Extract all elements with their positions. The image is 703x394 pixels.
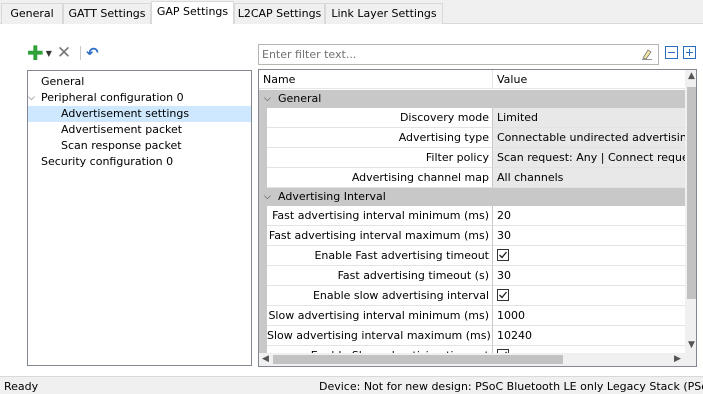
tab-link-layer-settings[interactable]: Link Layer Settings [325,3,443,24]
enable-fast-advertising-timeout-checkbox[interactable] [497,249,509,261]
dropdown-arrow-icon[interactable]: ▼ [46,44,52,62]
property-name: Advertising type [267,128,492,148]
chevron-down-icon[interactable]: ⌵ [264,90,271,108]
row-gutter [259,128,267,148]
checkmark-icon [499,251,508,259]
property-name: Advertising channel map [267,168,492,188]
table-row[interactable]: Fast advertising timeout (s) 30 [259,266,685,286]
property-value[interactable]: 1000 [492,306,685,326]
row-gutter [259,108,267,128]
property-value [492,286,685,306]
scroll-down-icon[interactable]: ▼ [685,340,696,350]
tree-item-general[interactable]: General [41,74,84,90]
row-gutter [259,326,267,346]
table-row[interactable]: Advertising channel map All channels [259,168,685,188]
property-name: Filter policy [267,148,492,168]
property-value[interactable]: All channels [492,168,685,188]
property-value[interactable]: Scan request: Any | Connect request: Any [492,148,685,168]
toolbar-separator [80,46,82,60]
tree-item-peripheral-configuration[interactable]: ⌵ Peripheral configuration 0 [28,90,184,106]
tab-bar: General GATT Settings GAP Settings L2CAP… [0,0,703,24]
row-gutter [259,148,267,168]
table-row[interactable]: Enable Fast advertising timeout [259,246,685,266]
table-row[interactable]: Slow advertising interval maximum (ms) 1… [259,326,685,346]
row-gutter [259,168,267,188]
property-value[interactable]: Limited [492,108,685,128]
scrollbar-corner [685,353,696,366]
tab-gatt-settings[interactable]: GATT Settings [63,3,151,24]
tree-item-advertisement-packet[interactable]: Advertisement packet [61,122,182,138]
property-value[interactable]: 30 [492,226,685,246]
property-name: Fast advertising interval minimum (ms) [267,206,492,226]
table-row[interactable]: Filter policy Scan request: Any | Connec… [259,148,685,168]
delete-x-icon[interactable]: ✕ [57,43,71,63]
horizontal-scroll-thumb[interactable] [273,355,563,364]
undo-icon[interactable]: ↶ [86,44,99,62]
scroll-up-icon[interactable]: ▲ [685,71,696,81]
tab-l2cap-settings[interactable]: L2CAP Settings [234,3,325,24]
column-header-name[interactable]: Name [259,70,295,89]
table-row[interactable]: Fast advertising interval maximum (ms) 3… [259,226,685,246]
tree-item-security-configuration[interactable]: Security configuration 0 [41,154,173,170]
property-name: Enable Fast advertising timeout [267,246,492,266]
scroll-left-icon[interactable]: ◀ [259,354,272,364]
category-advertising-interval[interactable]: ⌵ Advertising Interval [259,188,685,206]
vertical-scrollbar[interactable]: ▲ ▼ [685,70,696,353]
tree-item-advertisement-settings[interactable]: Advertisement settings [28,106,251,122]
property-name: Slow advertising interval maximum (ms) [267,326,492,346]
vertical-scroll-thumb[interactable] [687,87,696,299]
scroll-right-icon[interactable]: ▶ [671,354,684,364]
expand-all-icon[interactable] [683,46,696,59]
collapse-all-icon[interactable] [665,46,678,59]
eraser-icon[interactable] [641,48,653,60]
column-header-value[interactable]: Value [493,70,527,89]
table-row[interactable]: Slow advertising interval minimum (ms) 1… [259,306,685,326]
row-gutter [259,266,267,286]
row-gutter [259,246,267,266]
property-name: Fast advertising interval maximum (ms) [267,226,492,246]
category-general[interactable]: ⌵ General [259,90,685,108]
status-text: Ready [4,380,39,393]
property-value[interactable]: 20 [492,206,685,226]
horizontal-scrollbar[interactable]: ◀ ▶ [259,353,685,366]
property-value[interactable]: 30 [492,266,685,286]
grid-header: Name Value [259,70,685,89]
status-bar: Ready Device: Not for new design: PSoC B… [0,376,703,394]
filter-input[interactable]: Enter filter text... [258,44,659,65]
row-gutter [259,226,267,246]
row-gutter [259,306,267,326]
table-row[interactable]: Enable slow advertising interval [259,286,685,306]
property-name: Discovery mode [267,108,492,128]
chevron-down-icon[interactable]: ⌵ [28,90,35,106]
table-row[interactable]: Fast advertising interval minimum (ms) 2… [259,206,685,226]
table-row[interactable]: Advertising type Connectable undirected … [259,128,685,148]
property-value [492,246,685,266]
property-value[interactable]: Connectable undirected advertising [492,128,685,148]
table-row[interactable]: Discovery mode Limited [259,108,685,128]
tree-item-scan-response-packet[interactable]: Scan response packet [61,138,182,154]
property-value[interactable]: 10240 [492,326,685,346]
add-plus-icon[interactable]: ✚ [27,43,44,63]
device-info: Device: Not for new design: PSoC Bluetoo… [319,380,703,393]
configuration-tree[interactable]: General ⌵ Peripheral configuration 0 Adve… [27,70,252,366]
row-gutter [259,206,267,226]
tab-gap-settings[interactable]: GAP Settings [151,1,234,24]
property-name: Fast advertising timeout (s) [267,266,492,286]
property-grid: Name Value ⌵ General Discovery mode Limi… [258,69,697,367]
property-name: Slow advertising interval minimum (ms) [267,306,492,326]
property-name: Enable slow advertising interval [267,286,492,306]
gap-settings-panel: ✚ ▼ ✕ ↶ General ⌵ Peripheral configuratio… [0,24,703,376]
checkmark-icon [499,291,508,299]
row-gutter [259,286,267,306]
chevron-down-icon[interactable]: ⌵ [264,188,271,206]
tab-general[interactable]: General [1,3,63,24]
tree-toolbar: ✚ ▼ ✕ ↶ [27,43,99,63]
enable-slow-advertising-interval-checkbox[interactable] [497,289,509,301]
